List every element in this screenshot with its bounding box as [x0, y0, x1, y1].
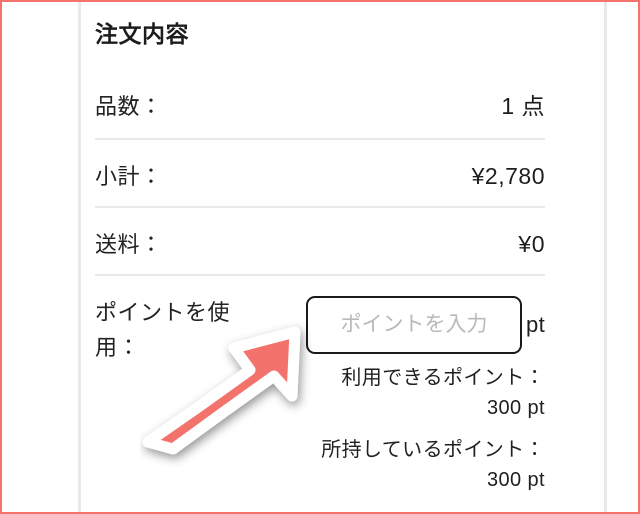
use-points-controls: pt 利用できるポイント： 300 pt 所持しているポイント： 300 pt: [285, 295, 545, 498]
page-title: 注文内容: [95, 21, 189, 47]
summary-row-value: ¥2,780: [471, 162, 545, 189]
points-input-line: pt: [285, 295, 545, 354]
owned-points-label: 所持しているポイント：: [321, 438, 545, 461]
available-points-label: 利用できるポイント：: [341, 366, 545, 389]
order-summary-panel: 注文内容 品数： 1 点 小計： ¥2,780 送料： ¥0 ポイントを使用： …: [95, 0, 545, 498]
use-points-label: ポイントを使用：: [95, 299, 231, 360]
points-unit-suffix: pt: [526, 311, 545, 337]
summary-row-shipping: 送料： ¥0: [95, 205, 545, 274]
owned-points-block: 所持しているポイント： 300 pt: [285, 435, 545, 498]
summary-row-value: ¥0: [518, 230, 545, 257]
summary-row-label: 品数：: [95, 93, 163, 119]
points-input[interactable]: [306, 295, 523, 354]
summary-row-label: 送料：: [95, 231, 163, 257]
summary-row-label: 小計：: [95, 163, 163, 189]
summary-row-value: 1 点: [501, 92, 545, 119]
summary-row-subtotal: 小計： ¥2,780: [95, 137, 545, 206]
order-summary-page: 注文内容 品数： 1 点 小計： ¥2,780 送料： ¥0 ポイントを使用： …: [0, 0, 640, 514]
available-points-block: 利用できるポイント： 300 pt: [285, 363, 545, 426]
available-points-value: 300 pt: [486, 396, 545, 419]
summary-row-item-count: 品数： 1 点: [95, 70, 545, 138]
summary-row-use-points: ポイントを使用： pt 利用できるポイント： 300 pt 所持しているポイント…: [95, 273, 545, 498]
owned-points-value: 300 pt: [486, 468, 545, 491]
